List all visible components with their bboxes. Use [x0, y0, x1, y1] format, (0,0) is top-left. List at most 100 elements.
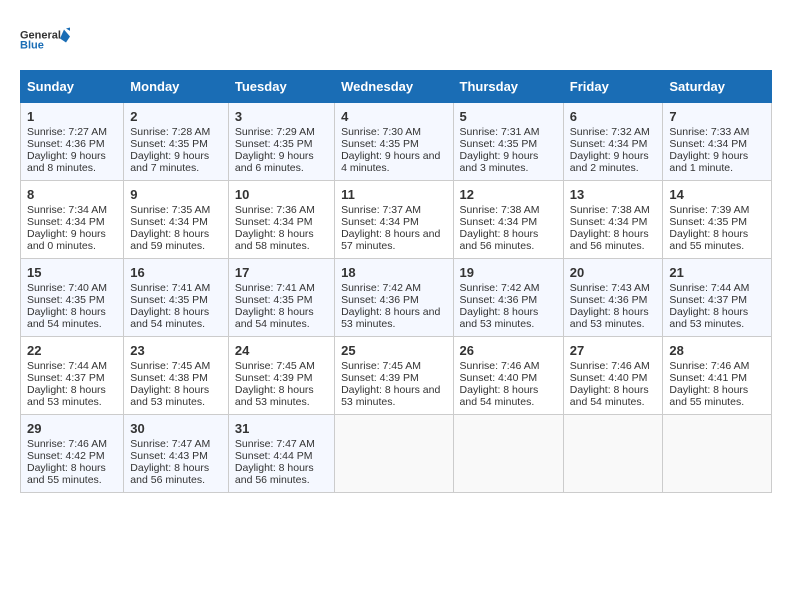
logo-svg: General Blue: [20, 20, 70, 60]
header-row: SundayMondayTuesdayWednesdayThursdayFrid…: [21, 71, 772, 103]
day-number: 25: [341, 343, 446, 358]
sunrise-text: Sunrise: 7:33 AM: [669, 126, 749, 138]
day-number: 27: [570, 343, 657, 358]
day-number: 15: [27, 265, 117, 280]
sunrise-text: Sunrise: 7:45 AM: [235, 360, 315, 372]
sunrise-text: Sunrise: 7:38 AM: [460, 204, 540, 216]
daylight-text: Daylight: 8 hours and 54 minutes.: [130, 306, 209, 330]
sunrise-text: Sunrise: 7:29 AM: [235, 126, 315, 138]
sunset-text: Sunset: 4:34 PM: [130, 216, 208, 228]
day-number: 24: [235, 343, 328, 358]
sunset-text: Sunset: 4:34 PM: [27, 216, 105, 228]
calendar-cell: 13Sunrise: 7:38 AMSunset: 4:34 PMDayligh…: [563, 181, 663, 259]
sunrise-text: Sunrise: 7:27 AM: [27, 126, 107, 138]
sunset-text: Sunset: 4:42 PM: [27, 450, 105, 462]
sunrise-text: Sunrise: 7:40 AM: [27, 282, 107, 294]
sunset-text: Sunset: 4:34 PM: [570, 138, 648, 150]
calendar-cell: 30Sunrise: 7:47 AMSunset: 4:43 PMDayligh…: [124, 415, 229, 493]
sunrise-text: Sunrise: 7:34 AM: [27, 204, 107, 216]
calendar-cell: 9Sunrise: 7:35 AMSunset: 4:34 PMDaylight…: [124, 181, 229, 259]
daylight-text: Daylight: 9 hours and 1 minute.: [669, 150, 748, 174]
calendar-cell: 25 Sunrise: 7:45 AMSunset: 4:39 PMDayligh…: [335, 337, 453, 415]
day-number: 12: [460, 187, 557, 202]
daylight-text: Daylight: 8 hours and 59 minutes.: [130, 228, 209, 252]
daylight-text: Daylight: 8 hours and 53 minutes.: [130, 384, 209, 408]
day-number: 16: [130, 265, 222, 280]
sunrise-text: Sunrise: 7:43 AM: [570, 282, 650, 294]
daylight-text: Daylight: 8 hours and 58 minutes.: [235, 228, 314, 252]
week-row-4: 22Sunrise: 7:44 AMSunset: 4:37 PMDayligh…: [21, 337, 772, 415]
calendar-cell: 2Sunrise: 7:28 AMSunset: 4:35 PMDaylight…: [124, 103, 229, 181]
calendar-cell: [335, 415, 453, 493]
sunset-text: Sunset: 4:34 PM: [570, 216, 648, 228]
sunset-text: Sunset: 4:36 PM: [460, 294, 538, 306]
week-row-2: 8Sunrise: 7:34 AMSunset: 4:34 PMDaylight…: [21, 181, 772, 259]
sunrise-text: Sunrise: 7:30 AM: [341, 126, 421, 138]
sunrise-text: Sunrise: 7:31 AM: [460, 126, 540, 138]
sunset-text: Sunset: 4:35 PM: [669, 216, 747, 228]
sunrise-text: Sunrise: 7:42 AM: [460, 282, 540, 294]
day-header-wednesday: Wednesday: [335, 71, 453, 103]
day-number: 22: [27, 343, 117, 358]
daylight-text: Daylight: 8 hours and 55 minutes.: [27, 462, 106, 486]
day-header-tuesday: Tuesday: [228, 71, 334, 103]
sunrise-text: Sunrise: 7:41 AM: [235, 282, 315, 294]
sunset-text: Sunset: 4:35 PM: [460, 138, 538, 150]
sunrise-text: Sunrise: 7:35 AM: [130, 204, 210, 216]
calendar-cell: 31Sunrise: 7:47 AMSunset: 4:44 PMDayligh…: [228, 415, 334, 493]
week-row-5: 29Sunrise: 7:46 AMSunset: 4:42 PMDayligh…: [21, 415, 772, 493]
daylight-text: Daylight: 9 hours and 4 minutes.: [341, 150, 440, 174]
daylight-text: Daylight: 8 hours and 54 minutes.: [27, 306, 106, 330]
day-header-friday: Friday: [563, 71, 663, 103]
calendar-cell: 24Sunrise: 7:45 AMSunset: 4:39 PMDayligh…: [228, 337, 334, 415]
daylight-text: Daylight: 8 hours and 55 minutes.: [669, 228, 748, 252]
calendar-cell: 5Sunrise: 7:31 AMSunset: 4:35 PMDaylight…: [453, 103, 563, 181]
calendar-cell: 22Sunrise: 7:44 AMSunset: 4:37 PMDayligh…: [21, 337, 124, 415]
day-number: 4: [341, 109, 446, 124]
calendar-cell: 14Sunrise: 7:39 AMSunset: 4:35 PMDayligh…: [663, 181, 772, 259]
calendar-cell: 17Sunrise: 7:41 AMSunset: 4:35 PMDayligh…: [228, 259, 334, 337]
sunset-text: Sunset: 4:37 PM: [669, 294, 747, 306]
sunrise-text: Sunrise: 7:46 AM: [460, 360, 540, 372]
sunset-text: Sunset: 4:38 PM: [130, 372, 208, 384]
daylight-text: Daylight: 8 hours and 53 minutes.: [341, 384, 440, 408]
day-number: 31: [235, 421, 328, 436]
day-number: 13: [570, 187, 657, 202]
sunset-text: Sunset: 4:44 PM: [235, 450, 313, 462]
daylight-text: Daylight: 9 hours and 3 minutes.: [460, 150, 539, 174]
day-number: 11: [341, 187, 446, 202]
sunrise-text: Sunrise: 7:45 AM: [130, 360, 210, 372]
sunset-text: Sunset: 4:40 PM: [460, 372, 538, 384]
day-header-sunday: Sunday: [21, 71, 124, 103]
sunrise-text: Sunrise: 7:36 AM: [235, 204, 315, 216]
sunrise-text: Sunrise: 7:38 AM: [570, 204, 650, 216]
sunrise-text: Sunrise: 7:45 AM: [341, 360, 421, 372]
sunrise-text: Sunrise: 7:47 AM: [130, 438, 210, 450]
calendar-cell: 8 Sunrise: 7:34 AMSunset: 4:34 PMDaylight…: [21, 181, 124, 259]
daylight-text: Daylight: 8 hours and 54 minutes.: [570, 384, 649, 408]
daylight-text: Daylight: 9 hours and 6 minutes.: [235, 150, 314, 174]
daylight-text: Daylight: 8 hours and 53 minutes.: [27, 384, 106, 408]
calendar-header: SundayMondayTuesdayWednesdayThursdayFrid…: [21, 71, 772, 103]
sunset-text: Sunset: 4:34 PM: [235, 216, 313, 228]
sunset-text: Sunset: 4:39 PM: [235, 372, 313, 384]
calendar-cell: [453, 415, 563, 493]
calendar-cell: 4Sunrise: 7:30 AMSunset: 4:35 PMDaylight…: [335, 103, 453, 181]
sunset-text: Sunset: 4:40 PM: [570, 372, 648, 384]
calendar-cell: 10Sunrise: 7:36 AMSunset: 4:34 PMDayligh…: [228, 181, 334, 259]
sunset-text: Sunset: 4:35 PM: [27, 294, 105, 306]
day-number: 21: [669, 265, 765, 280]
day-header-saturday: Saturday: [663, 71, 772, 103]
day-number: 8: [27, 187, 117, 202]
sunset-text: Sunset: 4:39 PM: [341, 372, 419, 384]
daylight-text: Daylight: 9 hours and 2 minutes.: [570, 150, 649, 174]
daylight-text: Daylight: 9 hours and 0 minutes.: [27, 228, 106, 252]
daylight-text: Daylight: 8 hours and 56 minutes.: [130, 462, 209, 486]
sunrise-text: Sunrise: 7:37 AM: [341, 204, 421, 216]
week-row-1: 1Sunrise: 7:27 AMSunset: 4:36 PMDaylight…: [21, 103, 772, 181]
sunrise-text: Sunrise: 7:41 AM: [130, 282, 210, 294]
sunrise-text: Sunrise: 7:28 AM: [130, 126, 210, 138]
sunrise-text: Sunrise: 7:44 AM: [669, 282, 749, 294]
day-header-monday: Monday: [124, 71, 229, 103]
day-number: 20: [570, 265, 657, 280]
